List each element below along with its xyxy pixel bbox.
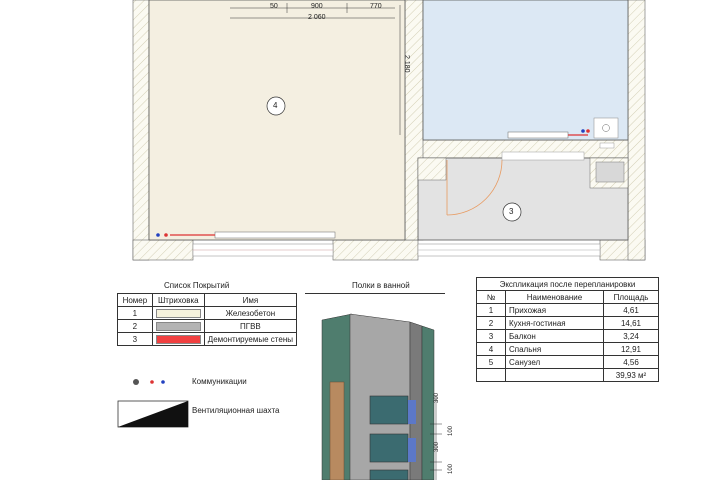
table-row: 4 Спальня 12,91: [476, 342, 659, 356]
dim-900: 900: [311, 3, 323, 10]
explication-name: Спальня: [505, 342, 604, 356]
dim-2180: 2 180: [403, 55, 410, 73]
coverings-title: Список Покрытий: [164, 281, 230, 290]
shelf-dim-1: 300: [434, 392, 441, 404]
explication-area: 4,61: [603, 303, 659, 317]
explication-name: Кухня-гостиная: [505, 316, 604, 330]
coverings-row-name: ПГВВ: [203, 319, 298, 333]
coverings-swatch: [151, 319, 205, 333]
dim-2060: 2 060: [308, 14, 326, 21]
table-row: 1 Прихожая 4,61: [476, 303, 659, 317]
explication-header-num: №: [476, 290, 506, 304]
explication-area: 3,24: [603, 329, 659, 343]
wall-bottom-mid: [332, 239, 419, 261]
explication-num: 3: [476, 329, 506, 343]
shelf-dim-4: 100: [448, 463, 455, 475]
coverings-header-name: Имя: [203, 293, 298, 307]
table-row: 5 Санузел 4,56: [476, 355, 659, 369]
room-4-label: 4: [273, 101, 278, 110]
wall-left: [132, 0, 150, 261]
ventilation-shaft-icon: [117, 400, 189, 428]
coverings-row: 2 ПГВВ: [117, 319, 298, 333]
coverings-row-num: 1: [117, 306, 153, 320]
floor-plan: [132, 0, 646, 261]
coverings-row: 1 Железобетон: [117, 306, 298, 320]
dim-770: 770: [370, 3, 382, 10]
coverings-table: Номер Штриховка Имя 1 Железобетон 2 ПГВВ…: [117, 293, 298, 346]
room-4: [148, 0, 406, 241]
coverings-row-num: 2: [117, 319, 153, 333]
explication-name: Санузел: [505, 355, 604, 369]
table-row: 2 Кухня-гостиная 14,61: [476, 316, 659, 330]
explication-num: 2: [476, 316, 506, 330]
shelf-dim-2: 100: [448, 425, 455, 437]
explication-area: 14,61: [603, 316, 659, 330]
coverings-swatch: [151, 306, 205, 320]
coverings-row: 3 Демонтируемые стены: [117, 332, 298, 346]
explication-header-area: Площадь: [603, 290, 659, 304]
coverings-row-name: Железобетон: [203, 306, 298, 320]
communications-label: Коммуникации: [192, 377, 247, 386]
explication-num: 4: [476, 342, 506, 356]
explication-num: 1: [476, 303, 506, 317]
explication-area: 12,91: [603, 342, 659, 356]
explication-title: Экспликация после перепланировки: [476, 277, 659, 291]
shelves-title: Полки в ванной: [352, 281, 410, 290]
room-3-label: 3: [509, 207, 514, 216]
explication-header-name: Наименование: [505, 290, 604, 304]
dim-50: 50: [270, 3, 278, 10]
explication-num: 5: [476, 355, 506, 369]
coverings-row-name: Демонтируемые стены: [203, 332, 298, 346]
explication-total: 39,93 м²: [603, 368, 659, 382]
coverings-row-num: 3: [117, 332, 153, 346]
explication-total-empty-1: [476, 368, 506, 382]
shelves-drawing: [321, 313, 442, 480]
shelf-dim-3: 300: [434, 441, 441, 453]
explication-total-empty-2: [505, 368, 604, 382]
explication-name: Балкон: [505, 329, 604, 343]
coverings-header-num: Номер: [117, 293, 153, 307]
table-row-total: 39,93 м²: [476, 368, 659, 382]
wall-bottom-left: [132, 239, 194, 261]
explication-area: 4,56: [603, 355, 659, 369]
shelves-divider: [305, 293, 445, 294]
wall-right: [627, 0, 646, 261]
explication-table: Экспликация после перепланировки № Наиме…: [476, 277, 659, 382]
radiator-blue-room: [507, 131, 569, 139]
radiator-room4: [214, 231, 336, 239]
ventilation-label: Вентиляционная шахта: [192, 406, 280, 415]
coverings-header-hatch: Штриховка: [151, 293, 205, 307]
communications-icon: [133, 379, 165, 385]
table-row: 3 Балкон 3,24: [476, 329, 659, 343]
coverings-swatch: [151, 332, 205, 346]
explication-name: Прихожая: [505, 303, 604, 317]
